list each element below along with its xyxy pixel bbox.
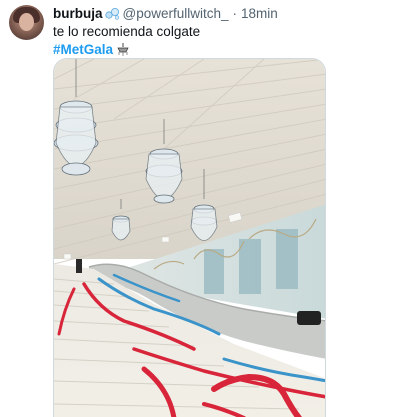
avatar-face [19,13,34,31]
separator: · [232,6,238,21]
bubbles-icon [104,8,119,20]
display-name[interactable]: burbuja [53,6,103,21]
tweet[interactable]: burbuja @powerfullwitch_ · 18min te lo r… [0,0,420,417]
tweet-photo[interactable] [53,58,326,417]
user-handle[interactable]: @powerfullwitch_ [123,6,229,21]
photo-staircase [54,59,325,417]
hashtag-line: #MetGala [53,41,129,58]
chandelier-icon [117,42,129,56]
tweet-text: te lo recomienda colgate [53,24,201,39]
tweet-header: burbuja @powerfullwitch_ · 18min [53,5,278,22]
avatar[interactable] [9,5,44,40]
hashtag-link[interactable]: #MetGala [53,41,113,58]
timestamp[interactable]: 18min [241,6,278,21]
